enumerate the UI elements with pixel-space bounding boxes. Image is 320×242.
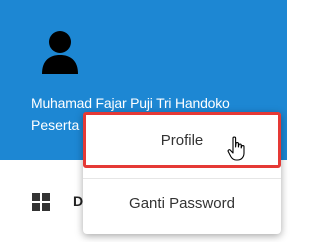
user-name: Muhamad Fajar Puji Tri Handoko [31,95,230,111]
menu-divider [83,178,281,179]
user-dropdown-menu: Profile Ganti Password [83,112,281,234]
user-icon [42,31,78,74]
user-role: Peserta [31,117,80,133]
dashboard-grid-icon [32,193,50,211]
profile-menu-item[interactable]: Profile [83,112,281,168]
sidebar-item-label: D [73,193,84,209]
change-password-menu-item[interactable]: Ganti Password [83,186,281,222]
